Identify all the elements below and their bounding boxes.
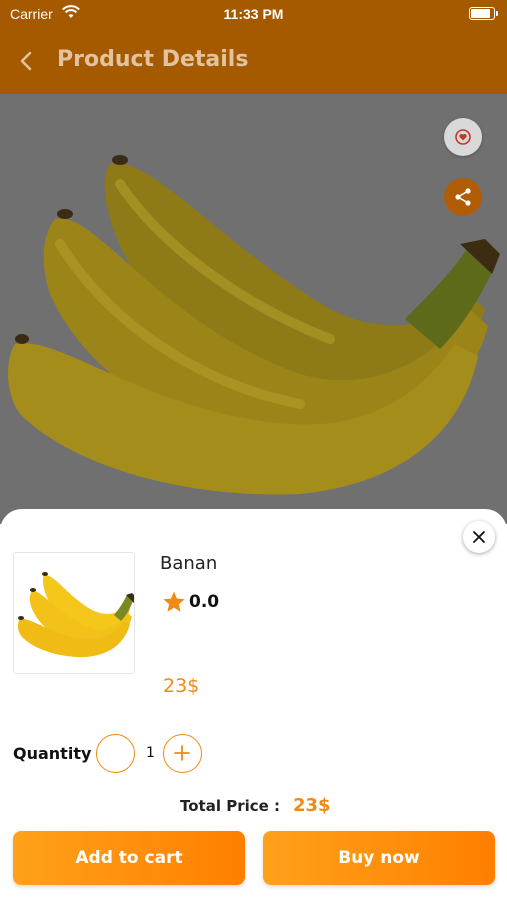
back-button[interactable] xyxy=(14,48,40,74)
product-name: Banan xyxy=(160,553,218,574)
total-price-label: Total Price : xyxy=(180,797,281,815)
product-bottom-sheet: Banan 0.0 23$ Quantity 1 Total Price : 2… xyxy=(0,509,507,900)
clock: 11:33 PM xyxy=(223,6,284,22)
banana-thumbnail-image xyxy=(14,553,134,673)
banana-illustration xyxy=(0,94,507,524)
quantity-value: 1 xyxy=(146,745,155,761)
favorite-button[interactable] xyxy=(444,118,482,156)
chevron-left-icon xyxy=(20,51,32,71)
quantity-increment-button[interactable] xyxy=(163,734,202,773)
total-price-value: 23$ xyxy=(293,795,331,816)
star-icon xyxy=(163,591,185,612)
quantity-label: Quantity xyxy=(13,744,92,763)
nav-bar: Product Details xyxy=(0,28,507,94)
product-hero-image xyxy=(0,94,507,524)
close-icon xyxy=(473,531,485,543)
buy-now-button[interactable]: Buy now xyxy=(263,831,495,885)
quantity-decrement-button[interactable] xyxy=(96,734,135,773)
rating-value: 0.0 xyxy=(189,592,220,612)
battery-icon xyxy=(469,7,498,20)
add-to-cart-button[interactable]: Add to cart xyxy=(13,831,245,885)
share-icon xyxy=(455,188,471,206)
plus-icon xyxy=(174,745,190,761)
product-thumbnail xyxy=(13,552,135,674)
status-bar: Carrier 11:33 PM xyxy=(0,0,507,28)
heart-badge-icon xyxy=(455,129,471,145)
share-button[interactable] xyxy=(444,178,482,216)
product-price: 23$ xyxy=(163,675,200,697)
page-title: Product Details xyxy=(57,47,249,72)
close-button[interactable] xyxy=(463,521,495,553)
